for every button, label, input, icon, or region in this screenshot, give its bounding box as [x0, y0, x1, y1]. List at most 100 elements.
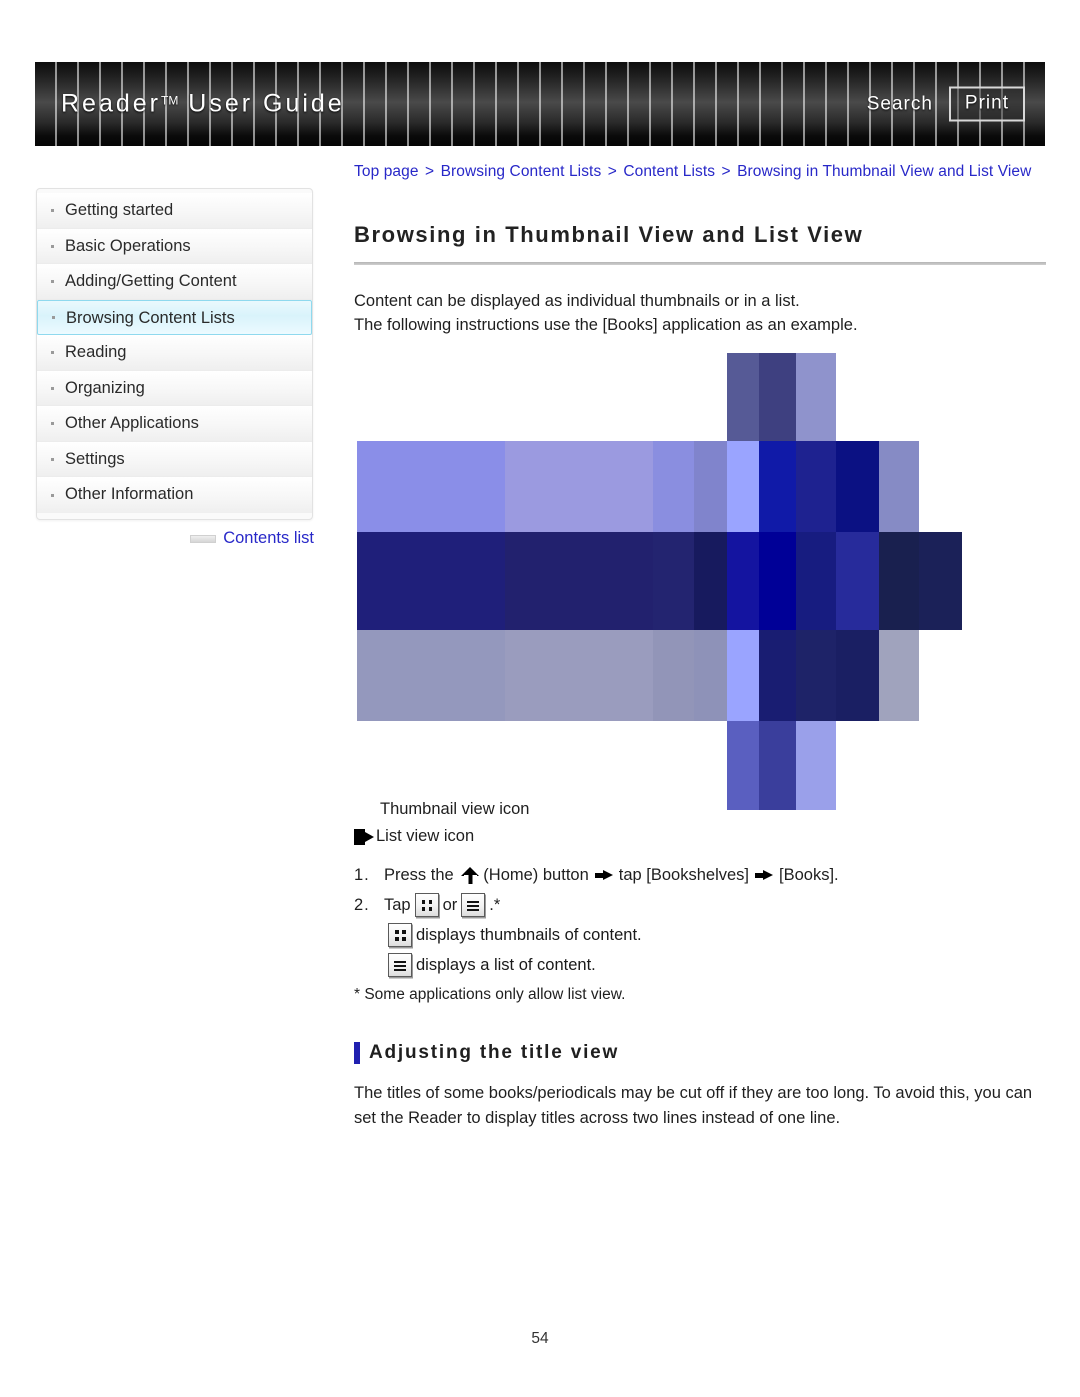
figure-block-h3a: [357, 630, 505, 721]
contents-list-link[interactable]: Contents list: [223, 529, 314, 548]
app-title: ReaderTM User Guide: [61, 89, 345, 118]
figure-block-h2c: [653, 532, 694, 630]
figure-block-h2i: [879, 532, 919, 630]
bullet-icon: [51, 457, 54, 461]
figure-block-h1g: [796, 441, 836, 532]
list-view-icon[interactable]: [388, 953, 412, 977]
sidebar-item-label: Browsing Content Lists: [66, 308, 235, 327]
sidebar-item-label: Organizing: [65, 378, 145, 397]
sidebar-item-reading[interactable]: Reading: [37, 335, 312, 371]
step-1-text-c: tap [Bookshelves]: [618, 866, 750, 884]
instruction-steps: 1. Press the (Home) button tap [Bookshel…: [354, 860, 1046, 1008]
bullet-icon: [52, 316, 55, 320]
bullet-icon: [51, 386, 54, 390]
caption-list-view: List view icon: [376, 827, 475, 845]
bullet-icon: [51, 422, 54, 426]
figure-block-h2f: [759, 532, 796, 630]
caption-thumbnail-view: Thumbnail view icon: [380, 800, 530, 818]
figure-block-h2b: [505, 532, 653, 630]
subsection-paragraph: The titles of some books/periodicals may…: [354, 1084, 1033, 1127]
main-content: Browsing in Thumbnail View and List View…: [354, 222, 1046, 1131]
step-2-text-a: Tap: [384, 896, 411, 914]
subsection-adjusting-title-view: Adjusting the title view The titles of s…: [354, 1042, 1046, 1131]
app-header: ReaderTM User Guide Search Print: [35, 62, 1045, 146]
page-title: Browsing in Thumbnail View and List View: [354, 222, 864, 247]
breadcrumb-separator: >: [425, 163, 435, 180]
breadcrumb: Top page > Browsing Content Lists > Cont…: [354, 163, 1054, 181]
figure-block-h3h: [836, 630, 879, 721]
header-actions: Search Print: [867, 86, 1025, 122]
sidebar-item-getting-started[interactable]: Getting started: [37, 193, 312, 229]
sidebar-item-settings[interactable]: Settings: [37, 441, 312, 477]
figure-block-h3f: [759, 630, 796, 721]
figure-block-v1-top: [727, 353, 759, 441]
breadcrumb-item-top-page[interactable]: Top page: [354, 163, 419, 180]
sidebar-item-organizing[interactable]: Organizing: [37, 370, 312, 406]
step-2-number: 2.: [354, 896, 370, 914]
bullet-icon: [51, 351, 54, 355]
breadcrumb-separator: >: [607, 163, 617, 180]
accent-bar-icon: [354, 1042, 360, 1064]
sidebar-item-browsing-content-lists[interactable]: Browsing Content Lists: [37, 299, 312, 335]
caption-list-view-row: List view icon: [354, 823, 1046, 850]
figure-block-h2j: [919, 532, 962, 630]
figure-block-h1e: [727, 441, 759, 532]
contents-list-row: Contents list: [36, 529, 314, 548]
figure-block-v3-top: [796, 353, 836, 441]
intro-paragraph-line2: The following instructions use the [Book…: [354, 316, 858, 334]
home-icon: [461, 866, 480, 884]
sidebar-item-label: Getting started: [65, 201, 174, 219]
step-2-or: or: [442, 896, 458, 914]
figure-captions: Thumbnail view icon List view icon: [354, 796, 1046, 850]
title-divider: [354, 262, 1046, 265]
arrow-right-icon: [755, 868, 774, 882]
figure-block-h3e: [727, 630, 759, 721]
figure-block-v1-bottom: [727, 721, 759, 810]
figure-block-h3g: [796, 630, 836, 721]
view-mode-illustration: [354, 350, 964, 810]
sub-step-list: displays a list of content.: [354, 950, 1046, 980]
subsection-heading-row: Adjusting the title view: [354, 1042, 1046, 1064]
figure-block-h1c: [653, 441, 694, 532]
breadcrumb-item-content-lists[interactable]: Content Lists: [623, 163, 715, 180]
sidebar-item-label: Other Information: [65, 485, 194, 503]
arrow-right-icon: [594, 868, 613, 882]
step-1-text-a: Press the: [384, 866, 459, 884]
footnote: * Some applications only allow list view…: [354, 986, 626, 1003]
thumbnail-view-icon[interactable]: [414, 893, 439, 917]
list-view-icon[interactable]: [461, 893, 486, 917]
breadcrumb-item-current[interactable]: Browsing in Thumbnail View and List View: [737, 163, 1031, 180]
figure-block-h3i: [879, 630, 919, 721]
print-button[interactable]: Print: [948, 86, 1025, 122]
step-1-text-b: (Home) button: [483, 866, 589, 884]
bullet-icon: [51, 493, 54, 497]
figure-block-h2g: [796, 532, 836, 630]
figure-block-v2-top: [759, 353, 796, 441]
step-2-text-end: .*: [489, 896, 501, 914]
figure-block-h3c: [653, 630, 694, 721]
breadcrumb-item-browsing-content-lists[interactable]: Browsing Content Lists: [441, 163, 602, 180]
figure-block-h2d: [694, 532, 727, 630]
sidebar-item-basic-operations[interactable]: Basic Operations: [37, 228, 312, 264]
search-button[interactable]: Search: [867, 93, 933, 115]
bullet-icon: [51, 244, 54, 248]
sidebar-item-adding-getting-content[interactable]: Adding/Getting Content: [37, 264, 312, 300]
intro-paragraph-line1: Content can be displayed as individual t…: [354, 292, 800, 310]
sidebar-item-label: Basic Operations: [65, 236, 191, 255]
sidebar-item-other-information[interactable]: Other Information: [37, 477, 312, 513]
figure-block-h2h: [836, 532, 879, 630]
breadcrumb-separator: >: [721, 163, 731, 180]
figure-block-v3-bottom: [796, 721, 836, 810]
sidebar-item-label: Adding/Getting Content: [65, 272, 237, 290]
page-number: 54: [531, 1330, 549, 1347]
thumbnail-view-icon[interactable]: [388, 923, 412, 947]
bullet-icon: [51, 280, 54, 284]
step-1-text-d: [Books].: [779, 866, 839, 884]
sidebar-item-label: Other Applications: [65, 414, 199, 432]
step-2: 2. Tap or .*: [354, 890, 1046, 920]
figure-block-h2e: [727, 532, 759, 630]
sidebar-item-other-applications[interactable]: Other Applications: [37, 406, 312, 442]
figure-block-h1h: [836, 441, 879, 532]
sidebar-navigation: Getting started Basic Operations Adding/…: [36, 188, 313, 520]
bullet-icon: [51, 209, 54, 213]
